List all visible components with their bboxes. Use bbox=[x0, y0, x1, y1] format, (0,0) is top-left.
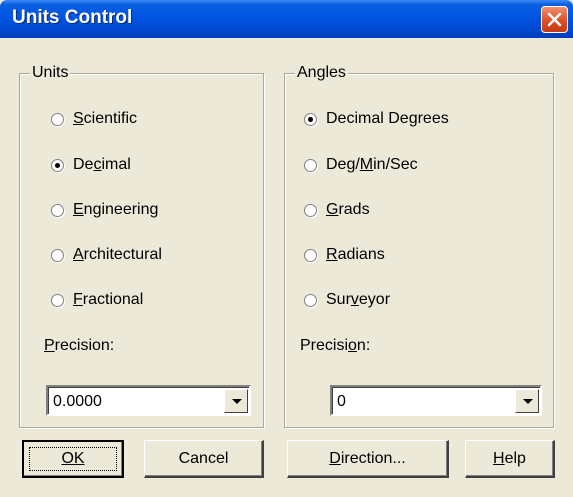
radio-surveyor-label: Surveyor bbox=[326, 291, 391, 308]
accelerator-key: D bbox=[329, 449, 341, 467]
radio-decimal-indicator bbox=[51, 158, 64, 172]
angles-precision-value: 0 bbox=[337, 393, 346, 410]
angles-precision-combo-field: 0 bbox=[332, 387, 540, 414]
angles-group-label: Angles bbox=[295, 63, 348, 83]
radio-scientific-label: Scientific bbox=[73, 110, 138, 127]
radio-radians-indicator bbox=[304, 248, 317, 262]
accelerator-key: G bbox=[326, 201, 339, 218]
radio-deg-min-sec[interactable]: Deg/Min/Sec bbox=[304, 154, 418, 176]
radio-engineering[interactable]: Engineering bbox=[51, 199, 158, 221]
close-button[interactable] bbox=[541, 6, 568, 33]
units-precision-combo[interactable]: 0.0000 bbox=[46, 385, 251, 416]
direction-button[interactable]: Direction... bbox=[287, 440, 449, 478]
ok-button-label: OK bbox=[61, 449, 84, 469]
radio-engineering-label: Engineering bbox=[73, 201, 159, 218]
angles-group: Angles Decimal Degrees Deg/Min/Sec Grads… bbox=[284, 63, 554, 428]
cancel-button[interactable]: Cancel bbox=[144, 440, 264, 478]
units-precision-combo-field: 0.0000 bbox=[48, 387, 249, 414]
units-precision-label: Precision: bbox=[44, 336, 114, 356]
radio-grads-indicator bbox=[304, 203, 317, 217]
accelerator-key: o bbox=[348, 337, 357, 354]
radio-decimal-degrees-label: Decimal Degrees bbox=[326, 110, 449, 127]
radio-fractional-label: Fractional bbox=[73, 291, 144, 308]
radio-decimal-degrees-indicator bbox=[304, 112, 317, 126]
radio-deg-min-sec-label: Deg/Min/Sec bbox=[326, 156, 418, 173]
radio-surveyor[interactable]: Surveyor bbox=[304, 289, 390, 311]
angles-precision-accel: Precision: bbox=[300, 337, 371, 354]
angles-precision-combo[interactable]: 0 bbox=[330, 385, 542, 416]
radio-fractional-indicator bbox=[51, 293, 64, 307]
radio-scientific[interactable]: Scientific bbox=[51, 108, 137, 130]
angles-precision-label: Precision: bbox=[300, 336, 370, 356]
units-group: Units Scientific Decimal Engineering Arc… bbox=[19, 63, 264, 428]
accelerator-key: S bbox=[73, 110, 84, 127]
units-precision-accel: Precision: bbox=[44, 337, 115, 354]
radio-grads[interactable]: Grads bbox=[304, 199, 370, 221]
radio-fractional[interactable]: Fractional bbox=[51, 289, 143, 311]
radio-decimal[interactable]: Decimal bbox=[51, 154, 131, 176]
radio-radians-label: Radians bbox=[326, 246, 385, 263]
title-bar[interactable]: Units Control bbox=[0, 0, 573, 38]
accelerator-key: v bbox=[350, 291, 359, 308]
accelerator-key: c bbox=[93, 156, 102, 173]
radio-surveyor-indicator bbox=[304, 293, 317, 307]
radio-deg-min-sec-indicator bbox=[304, 158, 317, 172]
angles-precision-dropdown-icon[interactable] bbox=[515, 389, 539, 413]
direction-button-label: Direction... bbox=[329, 449, 406, 467]
units-precision-dropdown-icon[interactable] bbox=[224, 389, 248, 413]
cancel-button-label: Cancel bbox=[178, 449, 229, 467]
radio-decimal-label: Decimal bbox=[73, 156, 131, 173]
radio-engineering-indicator bbox=[51, 203, 64, 217]
accelerator-key: H bbox=[493, 449, 505, 467]
help-button-label: Help bbox=[493, 449, 526, 467]
accelerator-key: R bbox=[326, 246, 338, 263]
dialog-client: Units Scientific Decimal Engineering Arc… bbox=[0, 38, 573, 497]
radio-decimal-degrees[interactable]: Decimal Degrees bbox=[304, 108, 449, 130]
radio-architectural-label: Architectural bbox=[73, 246, 162, 263]
ok-accel: OK bbox=[61, 450, 85, 467]
radio-architectural[interactable]: Architectural bbox=[51, 244, 162, 266]
accelerator-key: A bbox=[73, 246, 84, 263]
radio-grads-label: Grads bbox=[326, 201, 370, 218]
ok-button[interactable]: OK bbox=[22, 440, 124, 478]
accelerator-key: M bbox=[359, 156, 374, 173]
units-precision-value: 0.0000 bbox=[53, 393, 102, 410]
radio-scientific-indicator bbox=[51, 112, 64, 126]
window-title: Units Control bbox=[12, 7, 133, 28]
radio-architectural-indicator bbox=[51, 248, 64, 262]
accelerator-key: E bbox=[73, 201, 84, 218]
help-button[interactable]: Help bbox=[465, 440, 555, 478]
accelerator-key: F bbox=[73, 291, 83, 308]
accelerator-key: P bbox=[44, 337, 55, 354]
units-group-label: Units bbox=[30, 63, 71, 83]
radio-radians[interactable]: Radians bbox=[304, 244, 385, 266]
